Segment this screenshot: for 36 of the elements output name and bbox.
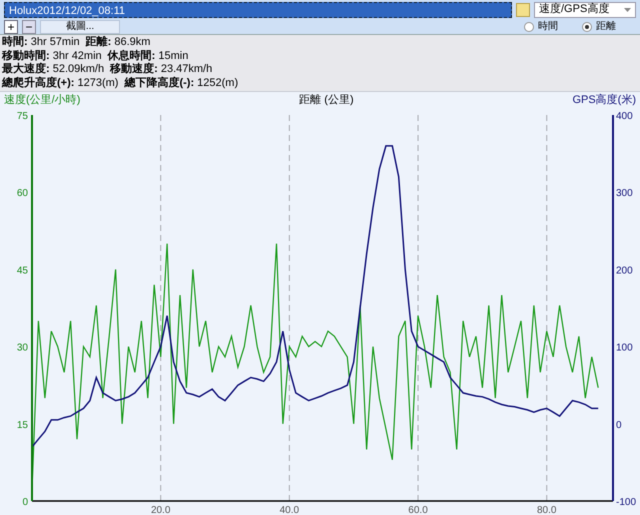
right-axis-title: GPS高度(米) bbox=[572, 92, 636, 108]
dropdown-arrow-icon bbox=[624, 8, 631, 12]
right-tick-label: 0 bbox=[616, 420, 622, 431]
left-tick-label: 75 bbox=[16, 111, 28, 122]
axis-mode-radio[interactable]: 距離 bbox=[582, 19, 616, 34]
stat-text: 移動時間: 3hr 42min bbox=[2, 50, 102, 62]
stat-text: 總下降高度(-): 1252(m) bbox=[124, 76, 238, 90]
zoom-in-button[interactable]: + bbox=[4, 20, 18, 34]
stat-text: 時間: 3hr 57min bbox=[2, 36, 80, 50]
right-tick-label: 300 bbox=[616, 188, 633, 200]
x-tick-label: 20.0 bbox=[150, 505, 170, 515]
stat-text: 休息時間: 15min bbox=[108, 50, 188, 62]
left-axis-title: 速度(公里/小時) bbox=[4, 92, 80, 108]
right-tick-label: -100 bbox=[616, 497, 636, 508]
x-tick-label: 60.0 bbox=[408, 505, 428, 515]
left-tick-label: 30 bbox=[16, 342, 28, 354]
screenshot-button[interactable]: 截圖... bbox=[40, 20, 120, 34]
left-tick-label: 45 bbox=[16, 265, 28, 276]
x-axis-title: 距離 (公里) bbox=[299, 92, 354, 108]
track-name-field[interactable]: Holux2012/12/02_08:11 bbox=[4, 2, 512, 18]
right-tick-label: 100 bbox=[616, 342, 633, 354]
folder-button[interactable] bbox=[516, 2, 530, 16]
stat-text: 最大速度: 52.09km/h bbox=[2, 63, 104, 76]
axis-mode-radio[interactable]: 時間 bbox=[524, 19, 558, 34]
right-tick-label: 400 bbox=[616, 111, 633, 122]
left-tick-label: 60 bbox=[16, 188, 28, 200]
stat-text: 總爬升高度(+): 1273(m) bbox=[2, 76, 118, 90]
stat-text: 距離: 86.9km bbox=[86, 36, 150, 50]
x-tick-label: 40.0 bbox=[280, 505, 300, 515]
left-tick-label: 0 bbox=[22, 497, 28, 508]
left-tick-label: 15 bbox=[16, 420, 28, 431]
zoom-out-button[interactable]: − bbox=[22, 20, 36, 34]
stat-text: 移動速度: 23.47km/h bbox=[110, 63, 212, 76]
chart-type-dropdown[interactable]: 速度/GPS高度 bbox=[534, 2, 636, 18]
right-tick-label: 200 bbox=[616, 265, 633, 276]
x-tick-label: 80.0 bbox=[537, 505, 556, 515]
